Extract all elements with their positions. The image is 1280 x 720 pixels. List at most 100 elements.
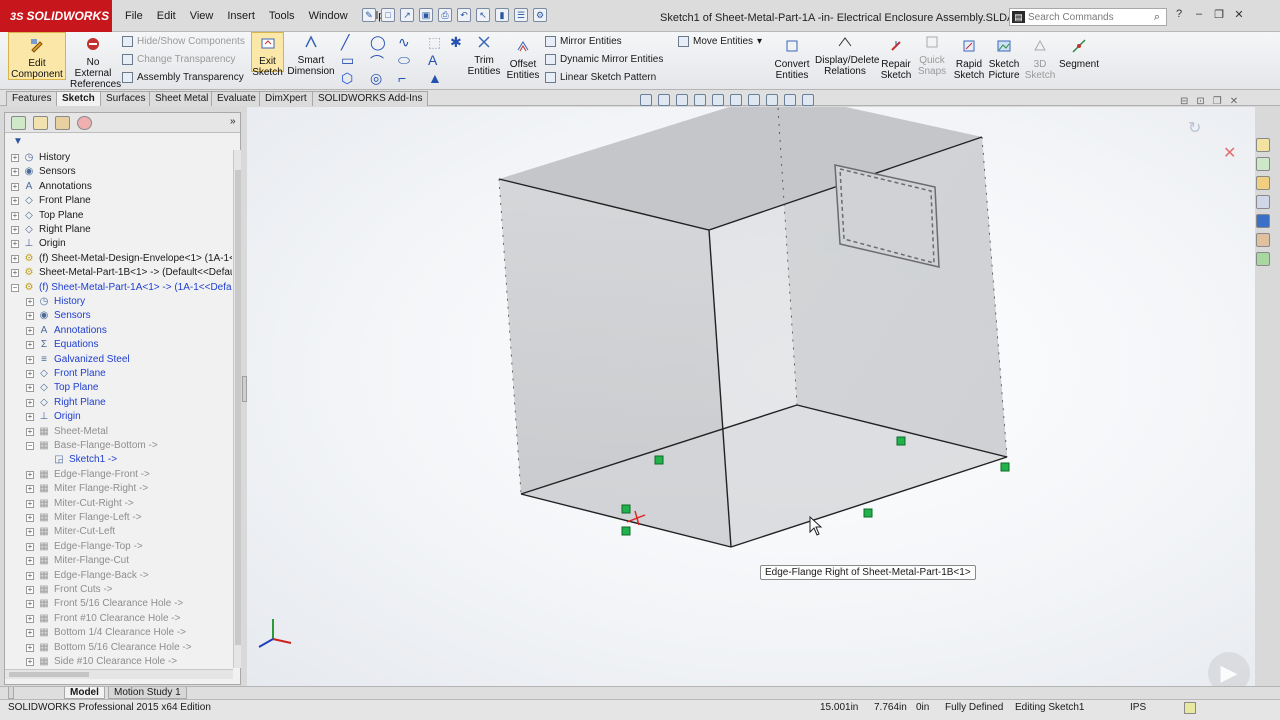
menu-window[interactable]: Window xyxy=(302,10,355,22)
expand-toggle-icon[interactable]: + xyxy=(26,398,34,407)
tree-item[interactable]: + ◇ Top Plane xyxy=(5,381,232,395)
expand-toggle-icon[interactable]: + xyxy=(26,557,34,566)
convert-entities-button[interactable]: Convert Entities xyxy=(772,38,812,81)
expand-toggle-icon[interactable]: − xyxy=(26,442,34,450)
design-library-icon[interactable] xyxy=(1256,157,1270,171)
expand-toggle-icon[interactable]: + xyxy=(11,154,19,162)
restore-icon[interactable]: ❐ xyxy=(1212,8,1226,21)
expand-toggle-icon[interactable]: + xyxy=(26,528,34,537)
tab-dimxpert[interactable]: DimXpert xyxy=(259,91,313,106)
tree-item[interactable]: + ▦ Bottom 5/16 Clearance Hole -> xyxy=(5,641,232,655)
rebuild-status-icon[interactable] xyxy=(1184,702,1196,714)
handle-origin[interactable] xyxy=(621,504,631,514)
view-orientation-icon[interactable] xyxy=(712,94,724,106)
options-icon[interactable]: ⚙ xyxy=(533,8,547,22)
apply-scene-icon[interactable] xyxy=(784,94,796,106)
expand-toggle-icon[interactable]: − xyxy=(11,283,19,292)
display-style-icon[interactable] xyxy=(730,94,742,106)
rectangle-tool-icon[interactable]: ▭ xyxy=(341,52,354,69)
expand-toggle-icon[interactable]: + xyxy=(11,226,19,234)
tree-item[interactable]: + ≡ Galvanized Steel xyxy=(5,353,232,367)
expand-toggle-icon[interactable]: + xyxy=(26,586,34,594)
polygon-tool-icon[interactable]: ⬡ xyxy=(341,70,353,87)
expand-toggle-icon[interactable]: + xyxy=(26,470,34,479)
plane-tool-icon[interactable]: ▲ xyxy=(428,70,442,86)
no-external-references-button[interactable]: No External References xyxy=(70,36,121,90)
repair-sketch-button[interactable]: Repair Sketch xyxy=(878,38,914,81)
expand-toggle-icon[interactable]: + xyxy=(26,514,34,522)
expand-toggle-icon[interactable]: + xyxy=(11,269,19,278)
expand-toggle-icon[interactable]: + xyxy=(11,254,19,263)
assembly-transparency-button[interactable]: Assembly Transparency xyxy=(122,72,244,83)
tree-item[interactable]: + ◷ History xyxy=(5,295,232,309)
mirror-entities-button[interactable]: Mirror Entities xyxy=(545,36,622,47)
tree-item[interactable]: + ◉ Sensors xyxy=(5,165,232,179)
tree-item[interactable]: + ▦ Miter-Cut-Left xyxy=(5,525,232,539)
view-settings-icon[interactable] xyxy=(802,94,814,106)
tree-item[interactable]: + ▦ Edge-Flange-Front -> xyxy=(5,468,232,482)
expand-toggle-icon[interactable]: + xyxy=(26,384,34,393)
scroll-thumb[interactable] xyxy=(235,170,241,645)
handle-front[interactable] xyxy=(621,526,631,536)
change-transparency-button[interactable]: Change Transparency xyxy=(122,54,235,65)
3d-sketch-button[interactable]: 3D Sketch xyxy=(1024,38,1056,81)
previous-view-icon[interactable] xyxy=(676,94,688,106)
menu-edit[interactable]: Edit xyxy=(150,10,183,22)
status-units[interactable]: IPS xyxy=(1130,700,1146,715)
confirm-sketch-icon[interactable]: ↻ xyxy=(1188,118,1201,138)
tree-item[interactable]: − ⚙ (f) Sheet-Metal-Part-1A<1> -> (1A-1<<D… xyxy=(5,281,232,295)
tree-item[interactable]: + ▦ Side #10 Clearance Hole -> xyxy=(5,655,232,669)
segment-button[interactable]: Segment xyxy=(1058,38,1100,70)
tab-sketch[interactable]: Sketch xyxy=(56,91,101,106)
expand-toggle-icon[interactable]: + xyxy=(26,658,34,666)
rapid-sketch-button[interactable]: Rapid Sketch xyxy=(952,38,986,81)
graphics-area[interactable]: Edge-Flange Right of Sheet-Metal-Part-1B… xyxy=(247,107,1255,687)
tab-surfaces[interactable]: Surfaces xyxy=(100,91,152,106)
menu-file[interactable]: File xyxy=(118,10,150,22)
section-view-icon[interactable] xyxy=(694,94,706,106)
tree-item[interactable]: + ◇ Front Plane xyxy=(5,194,232,208)
forum-icon[interactable] xyxy=(1256,252,1270,266)
handle-right[interactable] xyxy=(863,508,873,518)
expand-toggle-icon[interactable]: + xyxy=(26,600,34,609)
expand-panel-icon[interactable]: » xyxy=(230,116,236,127)
dynamic-mirror-button[interactable]: Dynamic Mirror Entities xyxy=(545,54,663,65)
expand-toggle-icon[interactable]: + xyxy=(26,542,34,551)
offset-entities-button[interactable]: Offset Entities xyxy=(505,38,541,81)
arc-tool-icon[interactable]: ⌒ xyxy=(370,52,384,72)
point-tool-icon[interactable]: ✱ xyxy=(450,34,462,51)
expand-toggle-icon[interactable]: + xyxy=(26,629,34,638)
expand-toggle-icon[interactable]: + xyxy=(26,413,34,422)
hide-show-components-button[interactable]: Hide/Show Components xyxy=(122,36,245,47)
viewport-restore-icon[interactable]: ⊡ xyxy=(1196,96,1204,107)
text-tool-icon[interactable]: A xyxy=(428,52,437,68)
chevron-down-icon[interactable]: ▾ xyxy=(757,36,762,47)
tree-item[interactable]: + ▦ Miter-Flange-Cut xyxy=(5,554,232,568)
configuration-manager-tab-icon[interactable] xyxy=(55,116,70,130)
handle-left[interactable] xyxy=(654,455,664,465)
sketch-picture-button[interactable]: Sketch Picture xyxy=(987,38,1021,81)
handle-back[interactable] xyxy=(896,436,906,446)
tab-motion-study[interactable]: Motion Study 1 xyxy=(108,687,187,699)
help-icon[interactable]: ? xyxy=(1172,8,1186,21)
tree-item[interactable]: + ▦ Sheet-Metal xyxy=(5,425,232,439)
tree-item[interactable]: + ▦ Front Cuts -> xyxy=(5,583,232,597)
expand-toggle-icon[interactable]: + xyxy=(26,427,34,436)
tree-item[interactable]: + ▦ Front 5/16 Clearance Hole -> xyxy=(5,597,232,611)
solidworks-logo[interactable]: 3S SOLIDWORKS xyxy=(0,0,112,32)
spline-tool-icon[interactable]: ∿ xyxy=(398,34,410,51)
tab-evaluate[interactable]: Evaluate xyxy=(211,91,262,106)
tree-item[interactable]: + ◇ Top Plane xyxy=(5,209,232,223)
scroll-thumb-horizontal[interactable] xyxy=(9,672,89,677)
search-mode-icon[interactable]: ▤ xyxy=(1012,11,1025,23)
minimize-icon[interactable]: – xyxy=(1192,8,1206,21)
tree-item[interactable]: + ▦ Miter-Cut-Right -> xyxy=(5,497,232,511)
tree-item[interactable]: + Σ Equations xyxy=(5,338,232,352)
search-icon[interactable]: ⌕ xyxy=(1154,11,1160,24)
construction-geometry-icon[interactable]: ⬚ xyxy=(428,34,441,51)
vertical-scrollbar[interactable] xyxy=(233,150,241,668)
select-icon[interactable]: ↖ xyxy=(476,8,490,22)
expand-toggle-icon[interactable]: + xyxy=(11,211,19,220)
cancel-sketch-icon[interactable]: ✕ xyxy=(1223,143,1236,163)
tree-item[interactable]: + ⊥ Origin xyxy=(5,410,232,424)
